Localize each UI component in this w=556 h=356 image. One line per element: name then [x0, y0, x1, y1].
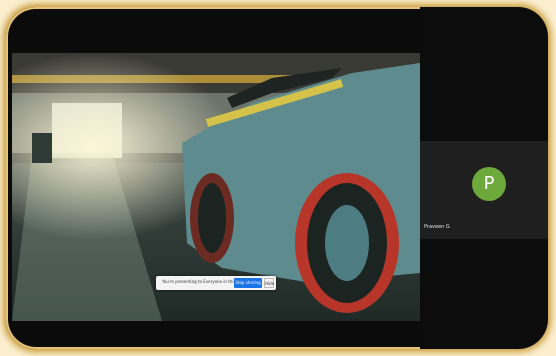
screen-frame: P Praveen G You're presenting to Everyon… [6, 7, 548, 349]
participant-tile[interactable]: P Praveen G [420, 141, 548, 239]
sharing-banner: You're presenting to Everyone in this me… [156, 276, 276, 290]
stop-sharing-button[interactable]: Stop sharing [234, 278, 262, 288]
participant-name: Praveen G [424, 224, 450, 230]
avatar: P [472, 167, 506, 201]
hide-button[interactable]: Hide [264, 278, 274, 288]
